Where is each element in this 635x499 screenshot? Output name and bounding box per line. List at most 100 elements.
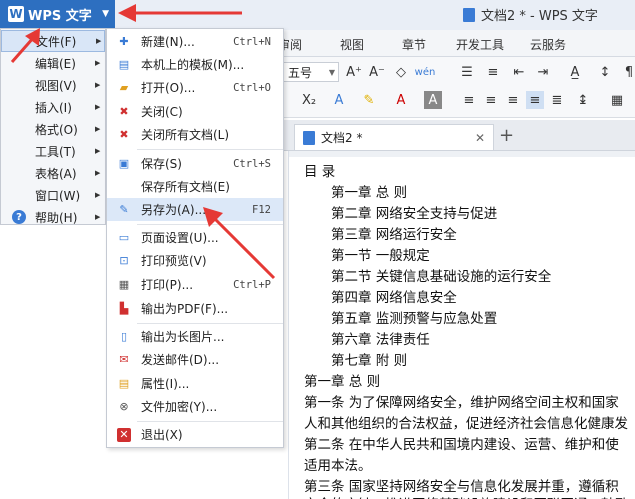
increase-indent-icon[interactable]: ⇥: [534, 63, 552, 81]
shrink-font-icon[interactable]: A⁻: [368, 63, 386, 81]
menu-item-new[interactable]: ✚ 新建(N)... Ctrl+N: [107, 30, 283, 53]
pinyin-icon[interactable]: wén: [415, 63, 436, 81]
menu-item-save-as[interactable]: ✎ 另存为(A)... F12: [107, 198, 283, 221]
save-icon: ▣: [118, 157, 130, 170]
tab-chapter[interactable]: 章节: [402, 36, 426, 53]
menu-item-open[interactable]: ▰ 打开(O)... Ctrl+O: [107, 76, 283, 99]
tab-cloud[interactable]: 云服务: [530, 36, 566, 53]
menu-item-properties[interactable]: ▤ 属性(I)...: [107, 372, 283, 395]
menu-item-tools[interactable]: 工具(T) ▶: [1, 140, 105, 162]
grow-font-icon[interactable]: A⁺: [345, 63, 363, 81]
menu-item-label: 工具(T): [35, 144, 76, 159]
char-shading-icon[interactable]: A: [424, 91, 442, 109]
sort-icon[interactable]: ↕: [596, 63, 614, 81]
menu-item-exit[interactable]: ✕ 退出(X): [107, 423, 283, 446]
menu-item-label: 文件加密(Y)...: [141, 400, 218, 414]
text-effect-icon[interactable]: A: [330, 91, 348, 109]
menu-item-view[interactable]: 视图(V) ▶: [1, 74, 105, 96]
menu-item-label: 视图(V): [35, 78, 77, 93]
menu-separator: [137, 224, 283, 225]
new-doc-icon: ✚: [119, 35, 129, 48]
mail-icon: ✉: [119, 353, 129, 366]
subscript-icon[interactable]: X₂: [300, 91, 318, 109]
doc-line: 第一条 为了保障网络安全，维护网络空间主权和国家: [304, 395, 619, 411]
menu-item-file[interactable]: 文件(F) ▶: [1, 30, 105, 52]
menu-item-save-all[interactable]: 保存所有文档(E): [107, 175, 283, 198]
shortcut-label: Ctrl+P: [233, 278, 271, 291]
document-icon: [463, 7, 475, 22]
font-size-select[interactable]: 五号 ▼: [283, 62, 339, 82]
close-icon[interactable]: ✕: [475, 131, 485, 145]
menu-item-save[interactable]: ▣ 保存(S) Ctrl+S: [107, 152, 283, 175]
menu-item-help[interactable]: ? 帮助(H) ▶: [1, 206, 105, 228]
justify-icon[interactable]: ≡: [526, 91, 544, 109]
encrypt-icon: ⊗: [119, 400, 129, 413]
clear-format-icon[interactable]: ◇: [392, 63, 410, 81]
menu-item-label: 窗口(W): [35, 188, 81, 203]
paragraph-mark-icon[interactable]: ¶: [620, 63, 635, 81]
borders-icon[interactable]: ▦: [608, 91, 626, 109]
print-icon: ▦: [118, 278, 130, 291]
menu-item-page-setup[interactable]: ▭ 页面设置(U)...: [107, 226, 283, 249]
align-left-icon[interactable]: ≡: [460, 91, 478, 109]
wps-app-menu-button[interactable]: W WPS 文字 ▼: [0, 0, 115, 28]
menu-item-label: 新建(N)...: [141, 35, 195, 49]
font-color-icon[interactable]: A: [392, 91, 410, 109]
bullet-list-icon[interactable]: ☰: [458, 63, 476, 81]
menu-item-table[interactable]: 表格(A) ▶: [1, 162, 105, 184]
chevron-down-icon: ▼: [102, 9, 109, 19]
highlight-icon[interactable]: ✎: [360, 91, 378, 109]
menu-item-label: 本机上的模板(M)...: [141, 58, 245, 72]
doc-line: 第一章 总 则: [331, 185, 408, 201]
print-preview-icon: ⊡: [119, 254, 129, 267]
add-tab-button[interactable]: +: [499, 125, 514, 146]
menu-item-export-pdf[interactable]: ▙ 输出为PDF(F)...: [107, 297, 283, 320]
menu-item-encrypt[interactable]: ⊗ 文件加密(Y)...: [107, 395, 283, 418]
align-center-icon[interactable]: ≡: [482, 91, 500, 109]
doc-line: 适用本法。: [304, 458, 372, 474]
menu-item-close[interactable]: ✖ 关闭(C): [107, 100, 283, 123]
menu-item-close-all[interactable]: ✖ 关闭所有文档(L): [107, 123, 283, 146]
menu-item-label: 打印(P)...: [141, 278, 194, 292]
menu-item-label: 输出为PDF(F)...: [141, 302, 229, 316]
align-right-icon[interactable]: ≡: [504, 91, 522, 109]
menu-item-window[interactable]: 窗口(W) ▶: [1, 184, 105, 206]
save-as-icon: ✎: [119, 203, 129, 216]
file-submenu: ✚ 新建(N)... Ctrl+N ▤ 本机上的模板(M)... ▰ 打开(O)…: [106, 28, 284, 448]
doc-line: 第五章 监测预警与应急处置: [331, 311, 498, 327]
window-title: 文档2 * - WPS 文字: [463, 5, 598, 24]
tab-developer[interactable]: 开发工具: [456, 36, 504, 53]
main-menu: 文件(F) ▶ 编辑(E) ▶ 视图(V) ▶ 插入(I) ▶ 格式(O) ▶ …: [0, 28, 106, 225]
menu-item-local-template[interactable]: ▤ 本机上的模板(M)...: [107, 53, 283, 76]
menu-item-send-mail[interactable]: ✉ 发送邮件(D)...: [107, 348, 283, 371]
menu-item-export-long-image[interactable]: ▯ 输出为长图片...: [107, 325, 283, 348]
menu-item-label: 退出(X): [141, 428, 183, 442]
pdf-icon: ▙: [119, 302, 129, 315]
menu-item-print[interactable]: ▦ 打印(P)... Ctrl+P: [107, 273, 283, 296]
chevron-right-icon: ▶: [95, 103, 101, 111]
chevron-right-icon: ▶: [96, 37, 102, 45]
doc-line: 第二条 在中华人民共和国境内建设、运营、维护和使: [304, 437, 619, 453]
help-icon: ?: [12, 210, 26, 224]
doc-line: 第一章 总 则: [304, 374, 381, 390]
decrease-indent-icon[interactable]: ⇤: [510, 63, 528, 81]
menu-item-label: 另存为(A)...: [141, 203, 207, 217]
menu-item-edit[interactable]: 编辑(E) ▶: [1, 52, 105, 74]
menu-item-label: 插入(I): [35, 100, 72, 115]
menu-item-print-preview[interactable]: ⊡ 打印预览(V): [107, 249, 283, 272]
page-setup-icon: ▭: [118, 231, 130, 244]
distributed-align-icon[interactable]: ≣: [548, 91, 566, 109]
page-margin-line: [288, 151, 289, 499]
menu-separator: [137, 149, 283, 150]
menu-item-label: 保存(S): [141, 157, 182, 171]
line-spacing-icon[interactable]: ↨: [574, 91, 592, 109]
chevron-right-icon: ▶: [95, 191, 101, 199]
document-tab[interactable]: 文档2 * ✕: [294, 124, 494, 150]
close-doc-icon: ✖: [119, 105, 129, 118]
menu-item-format[interactable]: 格式(O) ▶: [1, 118, 105, 140]
tab-view[interactable]: 视图: [340, 36, 364, 53]
window-title-text: 文档2 * - WPS 文字: [481, 9, 598, 24]
change-case-icon[interactable]: A̲: [566, 63, 584, 81]
menu-item-insert[interactable]: 插入(I) ▶: [1, 96, 105, 118]
numbered-list-icon[interactable]: ≡: [484, 63, 502, 81]
